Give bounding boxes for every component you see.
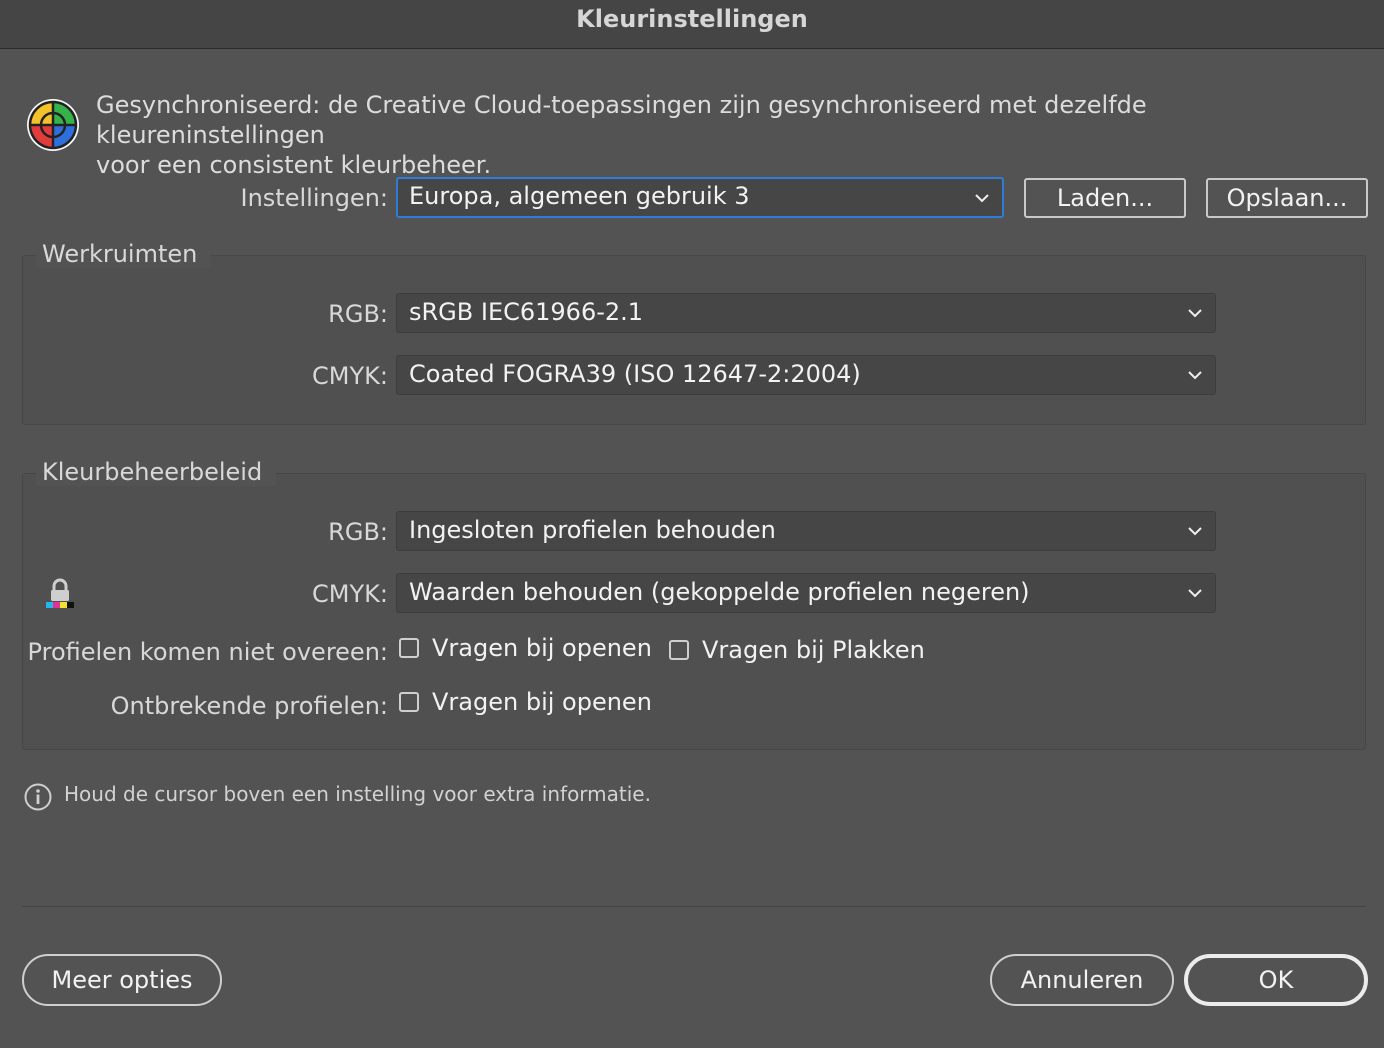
policy-cmyk-label: CMYK: (312, 580, 388, 608)
info-icon (24, 783, 52, 811)
mismatch-ask-open-checkbox[interactable] (399, 638, 419, 658)
chevron-down-icon (975, 193, 989, 202)
settings-select-value: Europa, algemeen gebruik 3 (409, 182, 750, 210)
chevron-down-icon (1188, 527, 1202, 536)
chevron-down-icon (1188, 309, 1202, 318)
ok-button[interactable]: OK (1184, 954, 1368, 1006)
more-options-button[interactable]: Meer opties (22, 954, 222, 1006)
policy-cmyk-value: Waarden behouden (gekoppelde profielen n… (409, 578, 1030, 606)
settings-label: Instellingen: (240, 184, 388, 212)
chevron-down-icon (1188, 371, 1202, 380)
mismatch-ask-paste-label[interactable]: Vragen bij Plakken (702, 636, 925, 664)
save-button[interactable]: Opslaan... (1206, 178, 1368, 218)
missing-ask-open-label[interactable]: Vragen bij openen (432, 688, 652, 716)
workspace-cmyk-select[interactable]: Coated FOGRA39 (ISO 12647-2:2004) (396, 355, 1216, 395)
workspace-cmyk-value: Coated FOGRA39 (ISO 12647-2:2004) (409, 360, 861, 388)
chevron-down-icon (1188, 589, 1202, 598)
workspace-rgb-value: sRGB IEC61966-2.1 (409, 298, 644, 326)
settings-select[interactable]: Europa, algemeen gebruik 3 (396, 177, 1004, 218)
color-wheel-icon (27, 99, 79, 151)
mismatch-ask-paste-checkbox[interactable] (669, 640, 689, 660)
cancel-button[interactable]: Annuleren (990, 954, 1174, 1006)
workspace-rgb-select[interactable]: sRGB IEC61966-2.1 (396, 293, 1216, 333)
lock-icon (46, 578, 74, 608)
workspace-rgb-label: RGB: (328, 300, 388, 328)
load-button[interactable]: Laden... (1024, 178, 1186, 218)
missing-profiles-label: Ontbrekende profielen: (110, 692, 388, 720)
info-hint-text: Houd de cursor boven een instelling voor… (64, 782, 651, 806)
policy-rgb-select[interactable]: Ingesloten profielen behouden (396, 511, 1216, 551)
workspaces-group (22, 255, 1366, 425)
profile-mismatch-label: Profielen komen niet overeen: (27, 638, 388, 666)
workspace-cmyk-label: CMYK: (312, 362, 388, 390)
policies-title: Kleurbeheerbeleid (36, 458, 277, 486)
policy-rgb-value: Ingesloten profielen behouden (409, 516, 776, 544)
missing-ask-open-checkbox[interactable] (399, 692, 419, 712)
policy-cmyk-select[interactable]: Waarden behouden (gekoppelde profielen n… (396, 573, 1216, 613)
footer-divider (22, 906, 1366, 907)
workspaces-title: Werkruimten (36, 240, 212, 268)
sync-status-text: Gesynchroniseerd: de Creative Cloud-toep… (96, 91, 1147, 179)
mismatch-ask-open-label[interactable]: Vragen bij openen (432, 634, 652, 662)
policy-rgb-label: RGB: (328, 518, 388, 546)
window-title: Kleurinstellingen (0, 0, 1384, 49)
